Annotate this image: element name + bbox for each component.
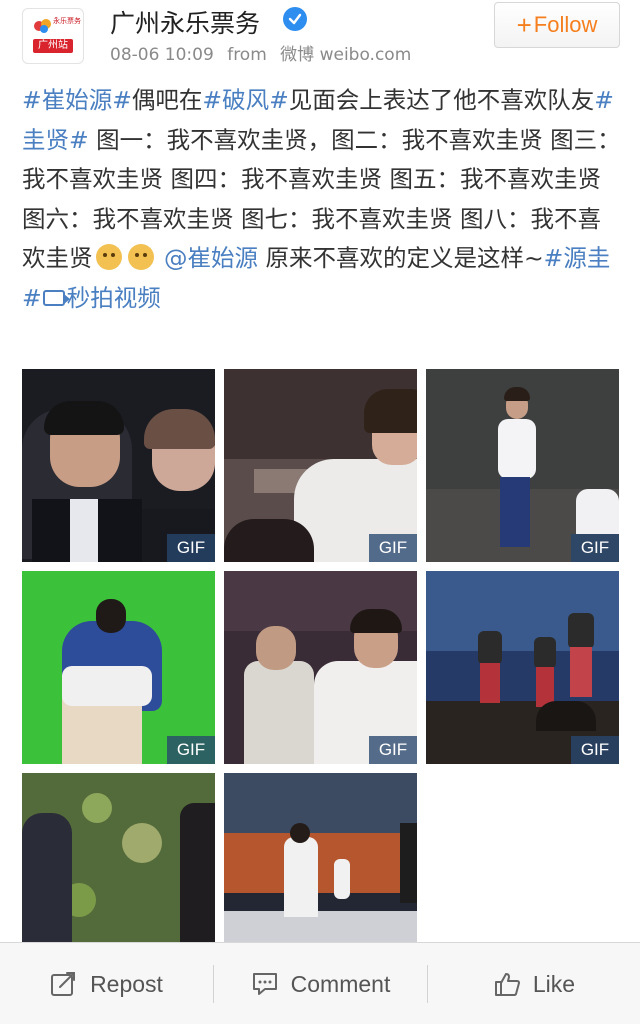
comment-label: Comment: [290, 970, 391, 997]
post-header: 永乐票务 广州站 广州永乐票务 08-06 10:09 from 微博 weib…: [0, 0, 640, 70]
thumbnail-7[interactable]: [22, 773, 215, 944]
image-grid: GIF GIF GIF GIF GIF GIF: [22, 369, 620, 944]
like-button[interactable]: Like: [428, 943, 640, 1024]
follow-label: Follow: [533, 12, 598, 37]
video-icon: [42, 289, 70, 306]
avatar-badge: 广州站: [33, 39, 73, 53]
comment-button[interactable]: Comment: [214, 943, 427, 1024]
post-meta: 08-06 10:09 from 微博 weibo.com: [110, 40, 419, 65]
hashtag-link[interactable]: #破风#: [202, 86, 288, 114]
thumbnail-6[interactable]: GIF: [426, 571, 619, 764]
mention-link[interactable]: @崔始源: [164, 244, 258, 272]
gif-badge: GIF: [167, 736, 215, 764]
doge-emoji-icon: [127, 244, 154, 270]
repost-icon: [51, 972, 76, 996]
gif-badge: GIF: [369, 534, 417, 562]
username[interactable]: 广州永乐票务: [110, 4, 260, 40]
verified-icon: [283, 7, 307, 31]
post-text-segment: 偶吧在: [131, 86, 203, 114]
action-bar: Repost Comment Like: [0, 942, 640, 1024]
thumbnail-8[interactable]: [224, 773, 417, 944]
repost-button[interactable]: Repost: [0, 943, 213, 1024]
post-text-segment: 见面会上表达了他不喜欢队友: [288, 86, 595, 114]
from-label: from: [227, 45, 267, 65]
thumbnail-2[interactable]: GIF: [224, 369, 417, 562]
follow-button[interactable]: + Follow: [494, 2, 620, 48]
comment-icon: [252, 973, 277, 995]
gif-badge: GIF: [369, 736, 417, 764]
timestamp: 08-06 10:09: [110, 45, 214, 65]
video-link[interactable]: 秒拍视频: [67, 284, 161, 312]
gif-badge: GIF: [571, 534, 619, 562]
source-label[interactable]: 微博 weibo.com: [280, 45, 411, 65]
repost-label: Repost: [90, 970, 163, 997]
like-label: Like: [532, 970, 576, 997]
thumbnail-1[interactable]: GIF: [22, 369, 215, 562]
thumbs-up-icon: [494, 973, 520, 996]
avatar-brand-text: 永乐票务: [53, 18, 81, 25]
doge-emoji-icon: [95, 244, 122, 270]
post-body: #崔始源#偶吧在#破风#见面会上表达了他不喜欢队友#圭贤# 图一：我不喜欢圭贤，…: [22, 81, 622, 318]
post-text-segment: 原来不喜欢的定义是这样~: [257, 244, 544, 272]
thumbnail-3[interactable]: GIF: [426, 369, 619, 562]
thumbnail-5[interactable]: GIF: [224, 571, 417, 764]
gif-badge: GIF: [167, 534, 215, 562]
thumbnail-4[interactable]: GIF: [22, 571, 215, 764]
avatar[interactable]: 永乐票务 广州站: [22, 8, 84, 64]
gif-badge: GIF: [571, 736, 619, 764]
plus-icon: +: [516, 10, 532, 40]
hashtag-link[interactable]: #崔始源#: [22, 86, 132, 114]
brand-logo-icon: [34, 19, 51, 33]
